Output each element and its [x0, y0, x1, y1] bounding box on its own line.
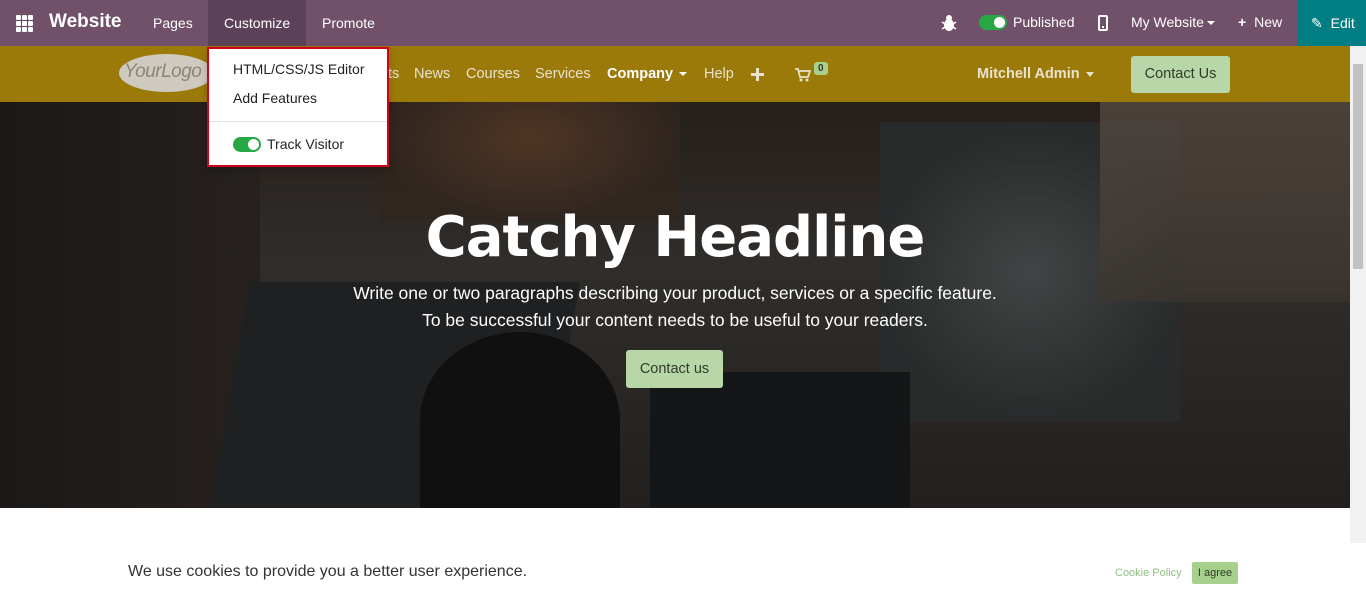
cookie-message: We use cookies to provide you a better u… [128, 563, 528, 580]
scrollbar-thumb[interactable] [1353, 64, 1363, 269]
user-name: Mitchell Admin [977, 66, 1080, 82]
website-selector[interactable]: My Website [1131, 14, 1215, 30]
plus-icon: + [1238, 14, 1247, 30]
caret-down-icon [679, 72, 688, 77]
pencil-icon: ✎ [1311, 15, 1323, 31]
contact-us-button[interactable]: Contact Us [1131, 56, 1230, 93]
hero-overlay [0, 102, 1350, 508]
dropdown-divider [209, 121, 387, 122]
caret-down-icon [1085, 71, 1094, 77]
track-visitor-toggle[interactable] [233, 137, 261, 152]
hero-text-line2: To be successful your content needs to b… [422, 310, 928, 330]
apps-grid-icon[interactable] [16, 15, 33, 32]
hero-section: Catchy Headline Write one or two paragra… [0, 102, 1350, 508]
nav-link-courses[interactable]: Courses [466, 66, 520, 82]
hero-contact-button[interactable]: Contact us [626, 350, 723, 388]
page-scrollbar[interactable] [1350, 46, 1366, 543]
hero-headline: Catchy Headline [425, 205, 926, 270]
cart-icon[interactable] [795, 68, 811, 82]
bug-icon[interactable] [941, 14, 957, 32]
cookie-policy-link[interactable]: Cookie Policy [1115, 567, 1182, 579]
nav-link-company-label: Company [607, 66, 674, 82]
menu-pages[interactable]: Pages [137, 0, 209, 46]
nav-link-company[interactable]: Company [607, 66, 688, 82]
published-label[interactable]: Published [1013, 14, 1075, 30]
site-logo[interactable]: YourLogo [119, 54, 214, 92]
hero-text-line1: Write one or two paragraphs describing y… [353, 283, 997, 303]
nav-link-services[interactable]: Services [535, 66, 591, 82]
menu-customize[interactable]: Customize [208, 0, 307, 46]
menu-item-add-features[interactable]: Add Features [233, 90, 317, 106]
website-navbar: YourLogo ts News Courses Services Compan… [0, 46, 1366, 102]
add-menu-plus-icon[interactable] [751, 68, 764, 81]
nav-link-help[interactable]: Help [704, 66, 734, 82]
edit-button[interactable]: ✎ Edit [1298, 0, 1366, 46]
track-visitor-label[interactable]: Track Visitor [267, 136, 344, 152]
menu-item-html-editor[interactable]: HTML/CSS/JS Editor [233, 61, 364, 77]
caret-down-icon [1206, 21, 1215, 26]
edit-button-label: Edit [1330, 15, 1355, 31]
cart-count-badge: 0 [814, 62, 828, 75]
new-button[interactable]: + New [1238, 14, 1282, 30]
nav-link-partial[interactable]: ts [388, 66, 399, 82]
published-toggle[interactable] [979, 15, 1007, 30]
logo-text: YourLogo [124, 61, 202, 82]
mobile-preview-icon[interactable] [1098, 15, 1108, 31]
menu-promote[interactable]: Promote [306, 0, 391, 46]
admin-top-bar: Website Pages Customize Promote Publishe… [0, 0, 1366, 46]
app-name: Website [49, 11, 122, 32]
nav-link-news[interactable]: News [414, 66, 450, 82]
new-button-label: New [1254, 14, 1283, 30]
customize-dropdown: HTML/CSS/JS Editor Add Features Track Vi… [207, 47, 389, 167]
cookie-agree-button[interactable]: I agree [1192, 562, 1238, 584]
website-selector-label: My Website [1131, 14, 1204, 30]
user-menu[interactable]: Mitchell Admin [977, 66, 1094, 82]
